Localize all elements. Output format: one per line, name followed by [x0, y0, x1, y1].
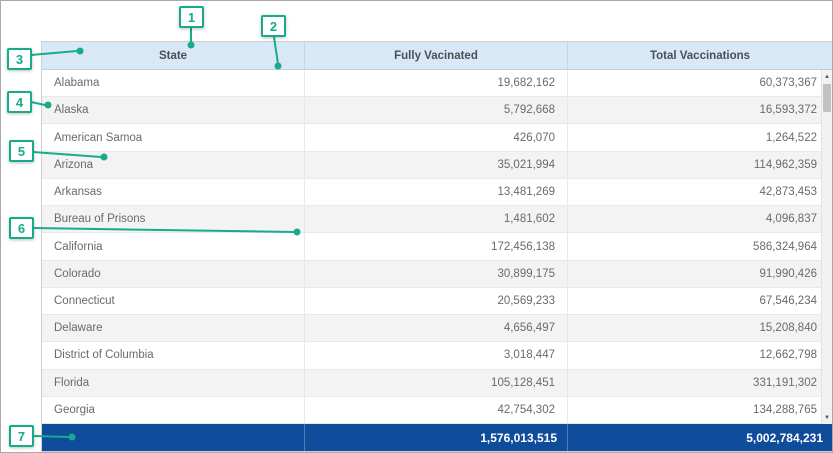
table-row[interactable]: Florida 105,128,451 331,191,302 [42, 370, 832, 397]
cell-state: Florida [42, 370, 304, 396]
annotation-marker-5: 5 [9, 140, 34, 162]
cell-total-vaccinations: 4,096,837 [567, 206, 832, 232]
cell-state: Bureau of Prisons [42, 206, 304, 232]
column-header-fully-vaccinated[interactable]: Fully Vacinated [304, 42, 567, 69]
cell-state: District of Columbia [42, 342, 304, 368]
vertical-scrollbar[interactable]: ▲ ▼ [821, 70, 832, 424]
cell-fully-vaccinated: 105,128,451 [304, 370, 567, 396]
scrollbar-thumb[interactable] [823, 84, 831, 112]
cell-fully-vaccinated: 5,792,668 [304, 97, 567, 123]
annotation-marker-3: 3 [7, 48, 32, 70]
summary-row: 1,576,013,515 5,002,784,231 [42, 424, 832, 451]
table-row[interactable]: Connecticut 20,569,233 67,546,234 [42, 288, 832, 315]
cell-state: Arizona [42, 152, 304, 178]
table-row[interactable]: Arizona 35,021,994 114,962,359 [42, 152, 832, 179]
summary-total-vaccinations: 5,002,784,231 [567, 424, 832, 451]
table-row[interactable]: Alabama 19,682,162 60,373,367 [42, 70, 832, 97]
cell-state: Colorado [42, 261, 304, 287]
annotation-marker-1: 1 [179, 6, 204, 28]
cell-total-vaccinations: 114,962,359 [567, 152, 832, 178]
cell-fully-vaccinated: 35,021,994 [304, 152, 567, 178]
column-header-state[interactable]: State [42, 42, 304, 69]
annotation-marker-2: 2 [261, 15, 286, 37]
cell-total-vaccinations: 67,546,234 [567, 288, 832, 314]
cell-total-vaccinations: 12,662,798 [567, 342, 832, 368]
summary-fully-vaccinated: 1,576,013,515 [304, 424, 567, 451]
cell-total-vaccinations: 15,208,840 [567, 315, 832, 341]
table-header-row: State Fully Vacinated Total Vaccinations [42, 42, 832, 70]
cell-fully-vaccinated: 172,456,138 [304, 233, 567, 259]
cell-state: Alabama [42, 70, 304, 96]
table-row[interactable]: Arkansas 13,481,269 42,873,453 [42, 179, 832, 206]
cell-total-vaccinations: 16,593,372 [567, 97, 832, 123]
table-row[interactable]: American Samoa 426,070 1,264,522 [42, 124, 832, 151]
cell-fully-vaccinated: 20,569,233 [304, 288, 567, 314]
annotation-marker-4: 4 [7, 91, 32, 113]
cell-state: California [42, 233, 304, 259]
cell-total-vaccinations: 1,264,522 [567, 124, 832, 150]
table-row[interactable]: Colorado 30,899,175 91,990,426 [42, 261, 832, 288]
table-row[interactable]: California 172,456,138 586,324,964 [42, 233, 832, 260]
table-row[interactable]: Georgia 42,754,302 134,288,765 [42, 397, 832, 424]
table-row[interactable]: Alaska 5,792,668 16,593,372 [42, 97, 832, 124]
vaccination-table: State Fully Vacinated Total Vaccinations… [41, 41, 833, 452]
annotation-marker-6: 6 [9, 217, 34, 239]
cell-state: Connecticut [42, 288, 304, 314]
cell-fully-vaccinated: 4,656,497 [304, 315, 567, 341]
table-row[interactable]: District of Columbia 3,018,447 12,662,79… [42, 342, 832, 369]
cell-fully-vaccinated: 3,018,447 [304, 342, 567, 368]
cell-total-vaccinations: 586,324,964 [567, 233, 832, 259]
cell-fully-vaccinated: 426,070 [304, 124, 567, 150]
scroll-up-icon[interactable]: ▲ [822, 70, 832, 83]
cell-total-vaccinations: 331,191,302 [567, 370, 832, 396]
cell-state: Arkansas [42, 179, 304, 205]
cell-fully-vaccinated: 19,682,162 [304, 70, 567, 96]
cell-state: Alaska [42, 97, 304, 123]
column-header-total-vaccinations[interactable]: Total Vaccinations [567, 42, 832, 69]
cell-state: Georgia [42, 397, 304, 423]
cell-fully-vaccinated: 30,899,175 [304, 261, 567, 287]
screen: State Fully Vacinated Total Vaccinations… [0, 0, 833, 453]
cell-fully-vaccinated: 13,481,269 [304, 179, 567, 205]
cell-total-vaccinations: 42,873,453 [567, 179, 832, 205]
cell-state: Delaware [42, 315, 304, 341]
table-row[interactable]: Bureau of Prisons 1,481,602 4,096,837 [42, 206, 832, 233]
annotation-marker-7: 7 [9, 425, 34, 447]
summary-state-cell [42, 424, 304, 451]
scroll-down-icon[interactable]: ▼ [822, 411, 832, 424]
cell-fully-vaccinated: 42,754,302 [304, 397, 567, 423]
cell-fully-vaccinated: 1,481,602 [304, 206, 567, 232]
cell-state: American Samoa [42, 124, 304, 150]
cell-total-vaccinations: 60,373,367 [567, 70, 832, 96]
cell-total-vaccinations: 134,288,765 [567, 397, 832, 423]
cell-total-vaccinations: 91,990,426 [567, 261, 832, 287]
table-row[interactable]: Delaware 4,656,497 15,208,840 [42, 315, 832, 342]
table-body: ▲ ▼ Alabama 19,682,162 60,373,367 Alaska… [42, 70, 832, 424]
